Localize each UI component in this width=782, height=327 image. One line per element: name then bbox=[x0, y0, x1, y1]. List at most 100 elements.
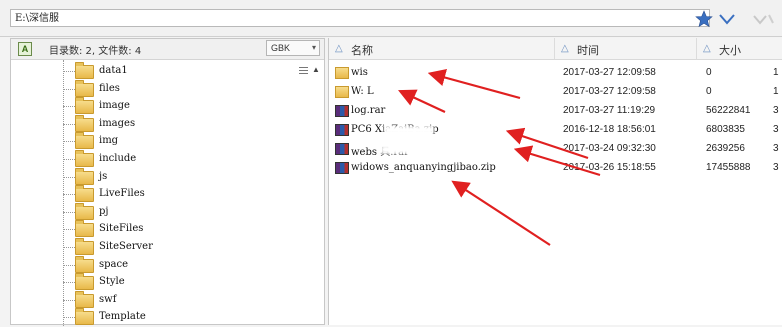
folder-icon bbox=[75, 290, 94, 308]
tree-folder[interactable]: img bbox=[63, 132, 303, 151]
folder-label: include bbox=[99, 153, 137, 164]
file-size: 17455888 bbox=[706, 162, 751, 173]
folder-icon bbox=[75, 238, 94, 255]
folder-label: space bbox=[99, 258, 129, 270]
directory-count: 目录数: 2, 文件数: 4 bbox=[49, 46, 142, 57]
folder-icon bbox=[75, 220, 94, 238]
file-time: 2017-03-26 15:18:55 bbox=[563, 162, 656, 173]
path-input[interactable]: E:\深信服 bbox=[10, 9, 710, 27]
folder-icon bbox=[75, 150, 94, 167]
tree-folder[interactable]: SiteServer bbox=[63, 238, 303, 257]
archive-icon bbox=[335, 124, 349, 136]
file-row[interactable]: wis 2017-03-27 12:09:58 0 1 bbox=[329, 64, 782, 83]
sort-up-icon: △ bbox=[561, 43, 569, 54]
file-time: 2017-03-27 12:09:58 bbox=[563, 67, 656, 78]
tree-folder[interactable]: space bbox=[63, 255, 303, 275]
sort-up-icon: △ bbox=[703, 43, 711, 54]
folder-label: files bbox=[99, 82, 120, 94]
tree-folder[interactable]: Template bbox=[63, 308, 303, 327]
folder-label: data1 bbox=[99, 65, 128, 76]
tree-folder[interactable]: image bbox=[63, 97, 303, 116]
file-size: 56222841 bbox=[706, 105, 751, 116]
folder-icon bbox=[75, 273, 94, 291]
folder-icon bbox=[75, 308, 94, 326]
file-attr: 3 bbox=[773, 105, 779, 116]
column-label: 大小 bbox=[719, 44, 741, 57]
folder-label: Template bbox=[99, 311, 146, 323]
file-row[interactable]: widows_anquanyingjibao.zip 2017-03-26 15… bbox=[329, 159, 782, 178]
redaction bbox=[384, 126, 434, 135]
file-row[interactable]: PC6 XiaZaiBa.zip 2016-12-18 18:56:01 680… bbox=[329, 121, 782, 140]
archive-icon bbox=[335, 105, 349, 117]
folder-icon bbox=[75, 202, 94, 220]
file-attr: 3 bbox=[773, 143, 779, 154]
column-header-name[interactable]: △ 名称 bbox=[329, 38, 555, 60]
folder-label: js bbox=[99, 170, 108, 182]
file-time: 2017-03-27 11:19:29 bbox=[563, 105, 656, 116]
folder-label: image bbox=[99, 100, 130, 112]
file-size: 0 bbox=[706, 86, 712, 97]
encoding-select[interactable]: GBK ▾ bbox=[266, 40, 320, 56]
column-label: 时间 bbox=[577, 44, 599, 57]
a-icon[interactable]: A bbox=[18, 42, 32, 56]
file-row[interactable]: W: L 2017-03-27 12:09:58 0 1 bbox=[329, 83, 782, 102]
archive-icon bbox=[335, 143, 349, 155]
archive-icon bbox=[335, 162, 349, 174]
tree-folder[interactable]: js bbox=[63, 167, 303, 187]
file-time: 2017-03-24 09:32:30 bbox=[563, 143, 656, 154]
file-size: 0 bbox=[706, 67, 712, 78]
folder-icon bbox=[75, 97, 94, 115]
folder-label: Style bbox=[99, 276, 125, 288]
folder-label: LiveFiles bbox=[99, 188, 145, 200]
tree-folder[interactable]: data1 bbox=[63, 62, 303, 81]
folder-icon bbox=[75, 255, 94, 273]
column-header-size[interactable]: △ 大小 bbox=[697, 38, 782, 60]
file-time: 2016-12-18 18:56:01 bbox=[563, 124, 656, 135]
file-attr: 1 bbox=[773, 67, 779, 78]
folder-label: swf bbox=[99, 293, 117, 305]
file-name: widows_anquanyingjibao.zip bbox=[351, 162, 496, 173]
file-row[interactable]: webs 具.rar 2017-03-24 09:32:30 2639256 3 bbox=[329, 140, 782, 159]
tree-folder[interactable]: LiveFiles bbox=[63, 185, 303, 204]
tree-folder[interactable]: Style bbox=[63, 273, 303, 292]
tree-folder[interactable]: images bbox=[63, 114, 303, 134]
folder-label: images bbox=[99, 117, 136, 129]
tree-folder[interactable]: files bbox=[63, 79, 303, 99]
folder-icon bbox=[335, 86, 349, 98]
file-name: wis bbox=[351, 67, 368, 78]
file-attr: 3 bbox=[773, 162, 779, 173]
folder-icon bbox=[75, 185, 94, 203]
encoding-value: GBK bbox=[271, 43, 291, 53]
folder-label: img bbox=[99, 135, 119, 147]
chevron-down-icon: ▾ bbox=[311, 43, 316, 52]
directory-tree-panel: A 目录数: 2, 文件数: 4 GBK ▾ ▲ data1 files ima… bbox=[10, 38, 325, 327]
column-label: 名称 bbox=[351, 44, 373, 57]
tree-header: A 目录数: 2, 文件数: 4 GBK ▾ bbox=[11, 39, 324, 60]
file-attr: 3 bbox=[773, 124, 779, 135]
file-size: 2639256 bbox=[706, 143, 745, 154]
folder-label: pj bbox=[99, 205, 109, 217]
file-time: 2017-03-27 12:09:58 bbox=[563, 86, 656, 97]
chevron-down-icon[interactable] bbox=[718, 12, 736, 26]
disabled-arrow-icon bbox=[752, 12, 774, 26]
file-size: 6803835 bbox=[706, 124, 745, 135]
folder-label: SiteFiles bbox=[99, 223, 144, 235]
sort-up-icon: △ bbox=[335, 43, 343, 54]
folder-icon bbox=[75, 132, 94, 150]
folder-icon bbox=[75, 79, 94, 97]
star-icon[interactable] bbox=[695, 10, 713, 28]
path-bar: E:\深信服 bbox=[0, 0, 782, 37]
column-header-time[interactable]: △ 时间 bbox=[555, 38, 697, 60]
file-list-panel: △ 名称 △ 时间 △ 大小 wis 2017-03-27 12:09:58 0… bbox=[328, 38, 782, 325]
folder-label: SiteServer bbox=[99, 241, 153, 252]
tree-folder[interactable]: swf bbox=[63, 290, 303, 310]
file-name: log.rar bbox=[351, 105, 386, 116]
tree-folder[interactable]: include bbox=[63, 150, 303, 169]
folder-icon bbox=[75, 114, 94, 132]
file-name: W: L bbox=[351, 86, 374, 97]
file-row[interactable]: log.rar 2017-03-27 11:19:29 56222841 3 bbox=[329, 102, 782, 121]
redaction bbox=[377, 69, 437, 78]
tree-folder[interactable]: pj bbox=[63, 202, 303, 222]
tree-folder[interactable]: SiteFiles bbox=[63, 220, 303, 239]
folder-icon bbox=[75, 62, 94, 79]
